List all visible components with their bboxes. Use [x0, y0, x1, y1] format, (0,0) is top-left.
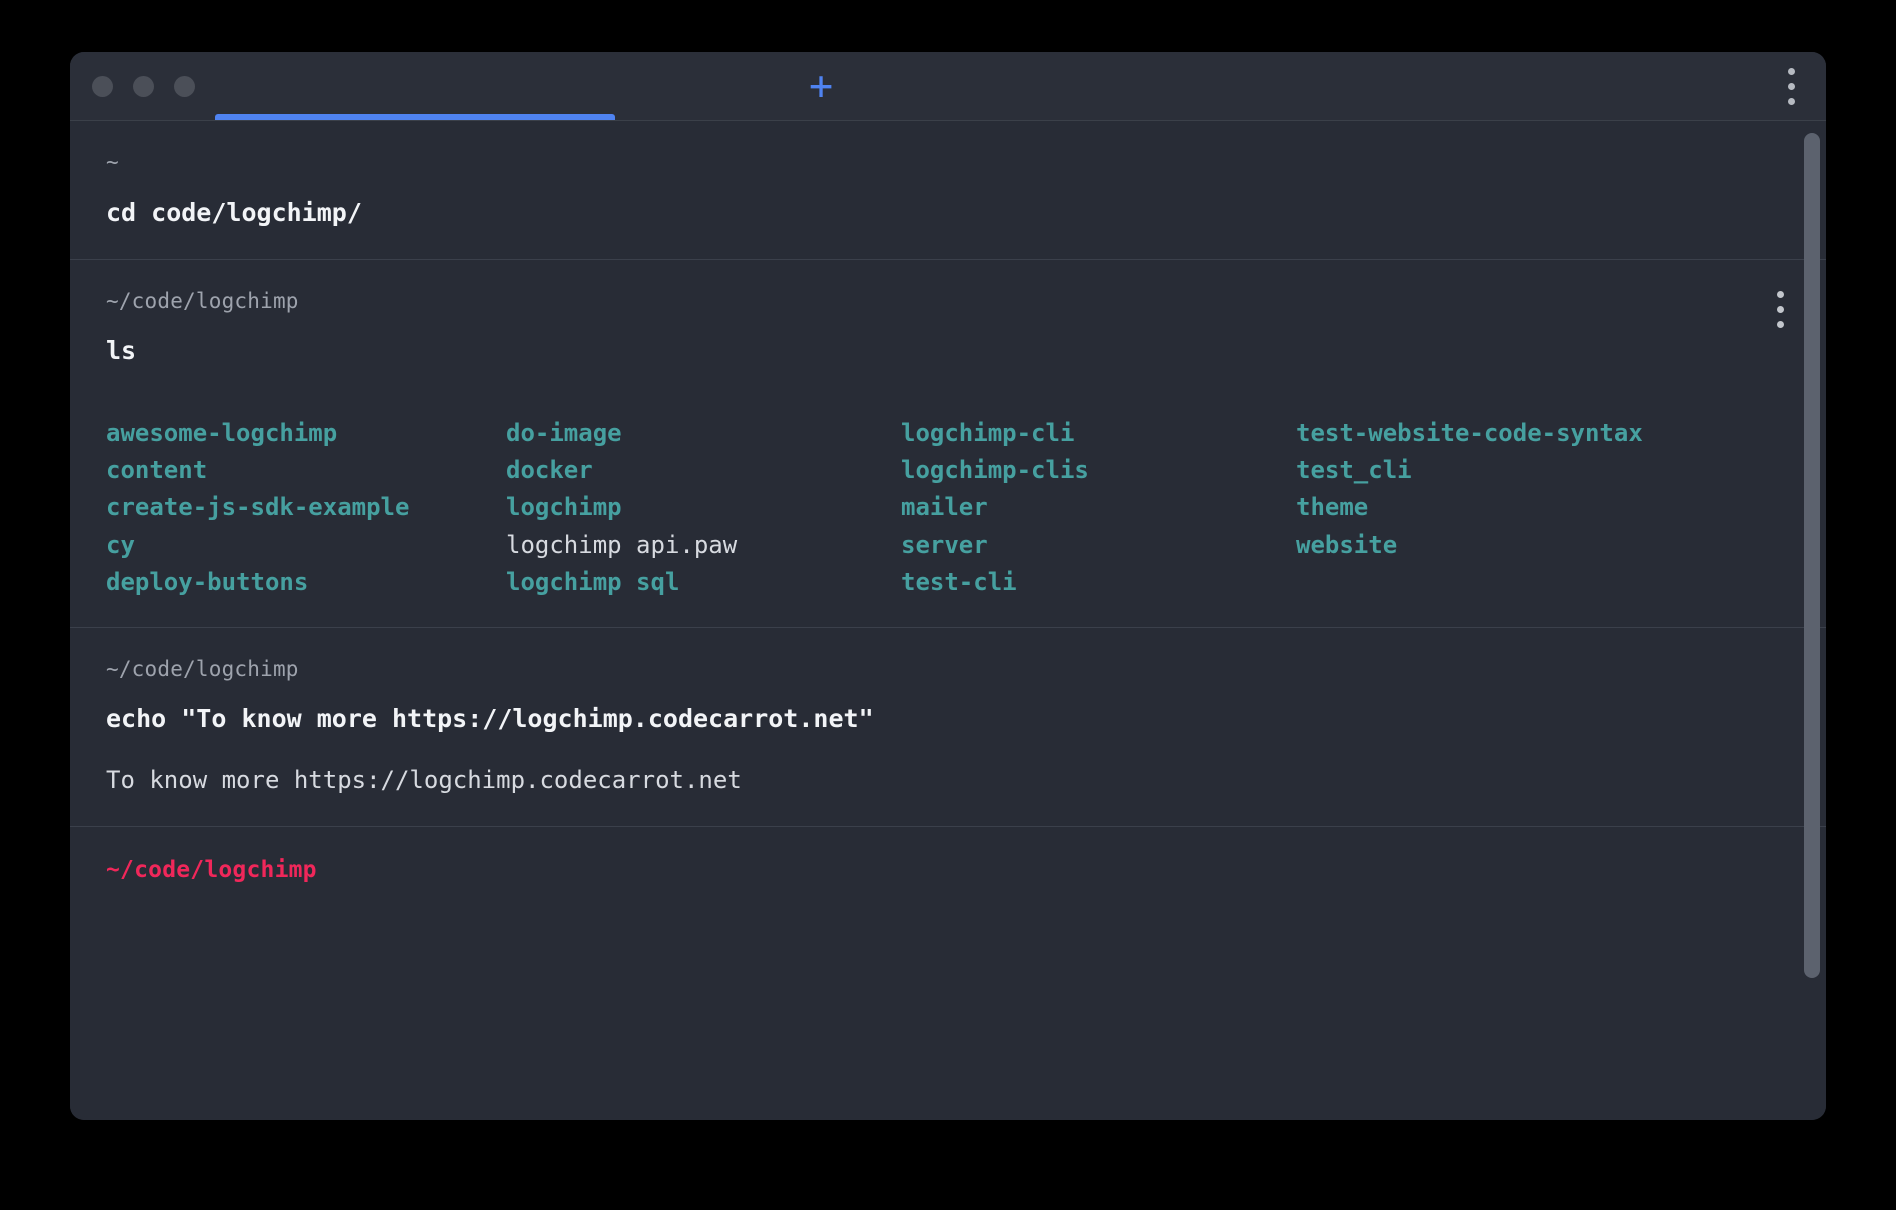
command-text[interactable]: ls	[106, 331, 1786, 371]
prompt-path: ~	[106, 150, 119, 174]
tab-strip: +	[215, 52, 1766, 120]
ls-column: do-image docker logchimp logchimp api.pa…	[506, 415, 901, 601]
list-item: test-cli	[901, 567, 1017, 596]
list-item: docker	[506, 456, 593, 485]
kebab-dot	[1776, 306, 1784, 313]
list-item: theme	[1296, 493, 1369, 522]
list-item: test_cli	[1296, 456, 1412, 485]
list-item: logchimp-clis	[901, 456, 1089, 485]
block-kebab-menu-icon[interactable]	[1768, 286, 1792, 334]
list-item: logchimp sql	[506, 567, 680, 596]
prompt-path: ~/code/logchimp	[106, 288, 299, 313]
command-block-echo: ~/code/logchimp echo "To know more https…	[70, 628, 1826, 827]
list-item: website	[1296, 530, 1398, 559]
tab-active[interactable]	[215, 52, 615, 120]
list-item: awesome-logchimp	[106, 419, 338, 447]
list-item: server	[901, 530, 988, 559]
scrollbar-track[interactable]	[1804, 127, 1820, 1021]
command-text[interactable]: echo "To know more https://logchimp.code…	[106, 699, 1786, 739]
maximize-window-button[interactable]	[174, 76, 195, 97]
ls-column: logchimp-cli logchimp-clis mailer server…	[901, 415, 1296, 601]
title-bar: +	[70, 52, 1826, 121]
list-item: cy	[106, 530, 135, 559]
command-block-active[interactable]: ~/code/logchimp	[70, 827, 1826, 928]
active-prompt-path: ~/code/logchimp	[106, 856, 317, 883]
ls-column: awesome-logchimp content create-js-sdk-e…	[106, 415, 506, 601]
list-item: content	[106, 456, 208, 485]
kebab-dot	[1787, 82, 1795, 90]
traffic-light-buttons	[92, 76, 195, 97]
list-item: test-website-code-syntax	[1296, 419, 1643, 447]
scrollbar-thumb[interactable]	[1804, 133, 1820, 978]
new-tab-button[interactable]: +	[800, 65, 842, 107]
kebab-dot	[1787, 67, 1795, 75]
kebab-dot	[1787, 97, 1795, 105]
kebab-menu-icon[interactable]	[1778, 61, 1804, 111]
command-output: To know more https://logchimp.codecarrot…	[106, 766, 742, 795]
list-item: logchimp	[506, 493, 622, 522]
terminal-window: + ~ cd code/logchimp/ ~/code/logchimp ls	[70, 52, 1826, 1120]
ls-output-grid: awesome-logchimp content create-js-sdk-e…	[106, 415, 1786, 601]
prompt-path: ~/code/logchimp	[106, 656, 299, 681]
kebab-dot	[1776, 291, 1784, 298]
list-item: logchimp-cli	[901, 419, 1075, 447]
command-text[interactable]: cd code/logchimp/	[106, 193, 1786, 233]
terminal-body: ~ cd code/logchimp/ ~/code/logchimp ls a…	[70, 121, 1826, 1120]
list-item: do-image	[506, 419, 622, 447]
list-item: mailer	[901, 493, 988, 522]
tab-active-indicator	[215, 114, 615, 120]
minimize-window-button[interactable]	[133, 76, 154, 97]
list-item: deploy-buttons	[106, 567, 309, 596]
ls-column: test-website-code-syntax test_cli theme …	[1296, 415, 1786, 601]
list-item: create-js-sdk-example	[106, 493, 410, 522]
kebab-dot	[1776, 321, 1784, 328]
close-window-button[interactable]	[92, 76, 113, 97]
command-block-ls: ~/code/logchimp ls awesome-logchimp cont…	[70, 260, 1826, 628]
list-item: logchimp api.paw	[506, 530, 738, 559]
command-block-cd: ~ cd code/logchimp/	[70, 121, 1826, 260]
